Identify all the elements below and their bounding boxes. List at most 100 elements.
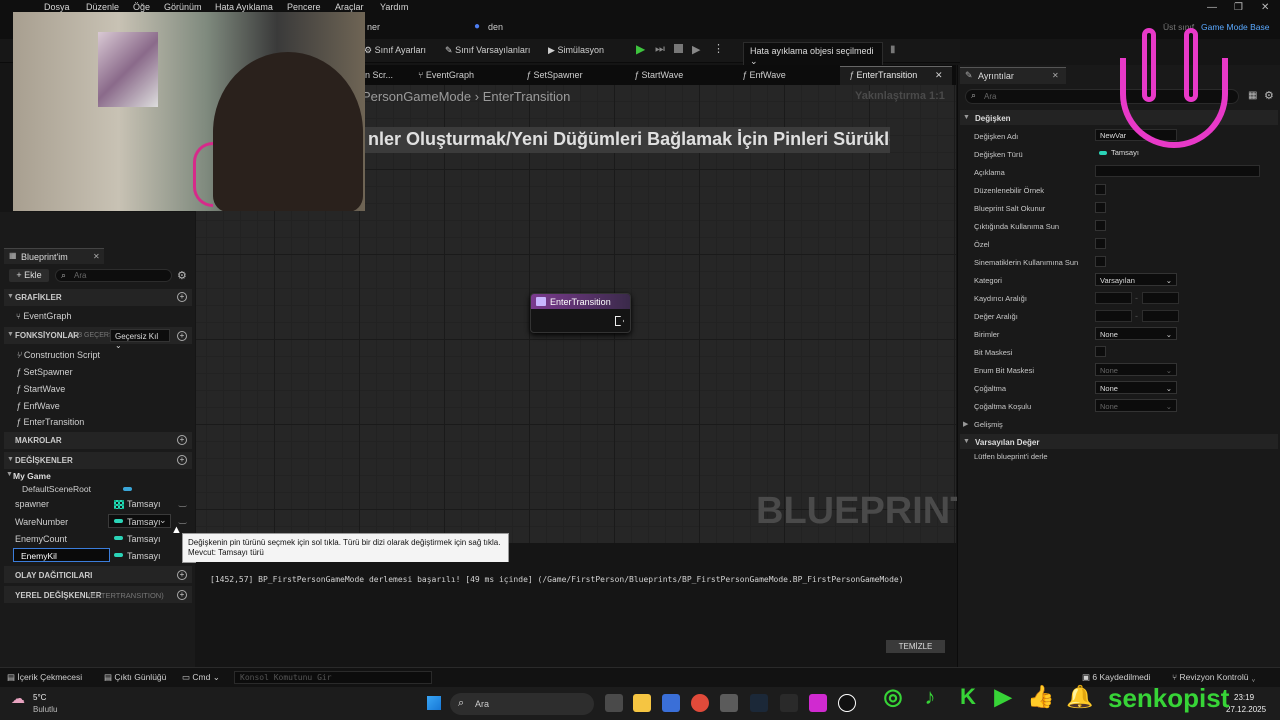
add-button[interactable]: + Ekle: [9, 269, 49, 282]
variable-item-spawner[interactable]: spawner: [15, 499, 49, 509]
app-icon[interactable]: [720, 694, 738, 712]
close-tab-icon[interactable]: ✕: [93, 252, 100, 261]
debug-browse-icon[interactable]: ▮: [890, 44, 896, 55]
output-log-button[interactable]: ▤ Çıktı Günlüğü: [104, 672, 166, 683]
slider-range-max-input[interactable]: [1142, 292, 1179, 304]
close-window-icon[interactable]: ✕: [1261, 2, 1269, 13]
maximize-icon[interactable]: ❐: [1234, 2, 1243, 13]
app-icon[interactable]: [809, 694, 827, 712]
variable-type[interactable]: Tamsayı: [127, 551, 161, 561]
clock-date[interactable]: 27.12.2025: [1226, 705, 1266, 714]
chrome-icon[interactable]: [691, 694, 709, 712]
function-item[interactable]: ƒ SetSpawner: [16, 367, 73, 377]
value-range-min-input[interactable]: [1095, 310, 1132, 322]
instance-editable-checkbox[interactable]: [1095, 184, 1106, 195]
tab-close-icon[interactable]: ✕: [935, 70, 943, 81]
menu-asset[interactable]: Öğe: [133, 2, 150, 12]
description-input[interactable]: [1095, 165, 1260, 177]
bitmask-checkbox[interactable]: [1095, 346, 1106, 357]
entertransition-node[interactable]: EnterTransition: [530, 293, 631, 333]
add-graph-icon[interactable]: +: [177, 292, 187, 302]
breadcrumb-class[interactable]: PersonGameMode: [362, 89, 471, 104]
menu-debug[interactable]: Hata Ayıklama: [215, 2, 273, 12]
value-range-max-input[interactable]: [1142, 310, 1179, 322]
function-item[interactable]: ⑂ Construction Script: [16, 350, 100, 360]
windows-start-icon[interactable]: [427, 696, 441, 710]
add-dispatcher-icon[interactable]: +: [177, 570, 187, 580]
clock-time[interactable]: 23:19: [1234, 693, 1254, 702]
menu-edit[interactable]: Düzenle: [86, 2, 119, 12]
function-item[interactable]: ƒ StartWave: [16, 384, 65, 394]
unsaved-button[interactable]: ▣ 6 Kaydedilmedi: [1082, 672, 1151, 683]
menu-window[interactable]: Pencere: [287, 2, 321, 12]
advanced-section-label[interactable]: Gelişmiş: [974, 420, 1003, 429]
taskbar-search[interactable]: [450, 693, 594, 715]
function-item[interactable]: ƒ EnterTransition: [16, 417, 84, 427]
tab-eventgraph[interactable]: ⑂ EventGraph: [418, 70, 474, 80]
replication-condition-dropdown[interactable]: None ⌄: [1095, 399, 1177, 412]
expand-icon[interactable]: ▶: [963, 420, 968, 428]
tab-setspawner[interactable]: ƒ SetSpawner: [526, 70, 583, 80]
replication-dropdown[interactable]: None ⌄: [1095, 381, 1177, 394]
variable-category[interactable]: My Game: [13, 471, 51, 481]
class-settings-button[interactable]: ⚙ Sınıf Ayarları: [364, 45, 426, 56]
simulation-button[interactable]: ▶ Simülasyon: [548, 45, 604, 56]
category-dropdown[interactable]: Varsayılan ⌄: [1095, 273, 1177, 286]
add-variable-icon[interactable]: +: [177, 455, 187, 465]
units-dropdown[interactable]: None ⌄: [1095, 327, 1177, 340]
clear-button[interactable]: TEMİZLE: [886, 640, 945, 653]
stop-icon[interactable]: [674, 44, 683, 53]
variable-type[interactable]: Tamsayı: [127, 499, 161, 509]
menu-view[interactable]: Görünüm: [164, 2, 202, 12]
step-icon[interactable]: ⏭: [655, 43, 665, 56]
breadcrumb-function[interactable]: EnterTransition: [483, 89, 571, 104]
blueprint-readonly-checkbox[interactable]: [1095, 202, 1106, 213]
tab-entertransition[interactable]: ƒ EnterTransition: [849, 70, 917, 80]
my-blueprint-search-input[interactable]: [55, 269, 172, 282]
variable-item-enemycount[interactable]: EnemyCount: [15, 534, 67, 544]
eject-icon[interactable]: ▶: [692, 43, 700, 56]
expose-to-cinematics-checkbox[interactable]: [1095, 256, 1106, 267]
property-matrix-icon[interactable]: ▦: [1248, 90, 1257, 101]
expose-on-spawn-checkbox[interactable]: [1095, 220, 1106, 231]
settings-gear-icon[interactable]: ⚙: [1264, 89, 1274, 102]
tab-startwave[interactable]: ƒ StartWave: [634, 70, 683, 80]
slider-range-min-input[interactable]: [1095, 292, 1132, 304]
content-drawer-button[interactable]: ▤ İçerik Çekmecesi: [7, 672, 82, 683]
menu-tools[interactable]: Araçlar: [335, 2, 364, 12]
private-checkbox[interactable]: [1095, 238, 1106, 249]
add-macro-icon[interactable]: +: [177, 435, 187, 445]
file-explorer-icon[interactable]: [633, 694, 651, 712]
menu-help[interactable]: Yardım: [380, 2, 408, 12]
variable-item-warenumber[interactable]: WareNumber: [15, 517, 68, 527]
close-tab-icon[interactable]: ✕: [1052, 71, 1059, 80]
eye-closed-icon[interactable]: ‿: [179, 497, 186, 508]
graph-item-eventgraph[interactable]: ⑂ EventGraph: [16, 311, 71, 321]
minimize-icon[interactable]: —: [1207, 2, 1217, 13]
revision-control-button[interactable]: ⑂ Revizyon Kontrolü ⌄: [1172, 672, 1256, 682]
variable-item-defaultsceneroot[interactable]: DefaultSceneRoot: [22, 484, 91, 494]
epic-games-icon[interactable]: [780, 694, 798, 712]
exec-output-pin[interactable]: [615, 316, 624, 326]
unreal-engine-icon[interactable]: [838, 694, 856, 712]
asset-tab-partial[interactable]: ner: [367, 22, 380, 32]
store-icon[interactable]: [662, 694, 680, 712]
task-view-icon[interactable]: [605, 694, 623, 712]
add-local-variable-icon[interactable]: +: [177, 590, 187, 600]
weather-temp[interactable]: 5°C: [33, 693, 46, 702]
steam-icon[interactable]: [750, 694, 768, 712]
drag-pins-hint: nler Oluşturmak/Yeni Düğümleri Bağlamak …: [362, 127, 890, 153]
tab-enfwave[interactable]: ƒ EnfWave: [742, 70, 786, 80]
cmd-dropdown[interactable]: ▭ Cmd ⌄: [182, 672, 220, 683]
add-function-icon[interactable]: +: [177, 331, 187, 341]
play-icon[interactable]: ▶: [636, 42, 645, 56]
override-dropdown[interactable]: Geçersiz Kıl ⌄: [110, 329, 170, 350]
variable-type[interactable]: Tamsayı: [127, 534, 161, 544]
settings-gear-icon[interactable]: ⚙: [177, 269, 187, 282]
more-options-icon[interactable]: ⋮: [713, 42, 724, 55]
function-icon: ƒ: [634, 70, 640, 80]
function-item[interactable]: ƒ EnfWave: [16, 401, 60, 411]
enum-bitmask-dropdown[interactable]: None ⌄: [1095, 363, 1177, 376]
class-defaults-button[interactable]: ✎ Sınıf Varsayılanları: [445, 45, 530, 56]
menu-file[interactable]: Dosya: [44, 2, 70, 12]
